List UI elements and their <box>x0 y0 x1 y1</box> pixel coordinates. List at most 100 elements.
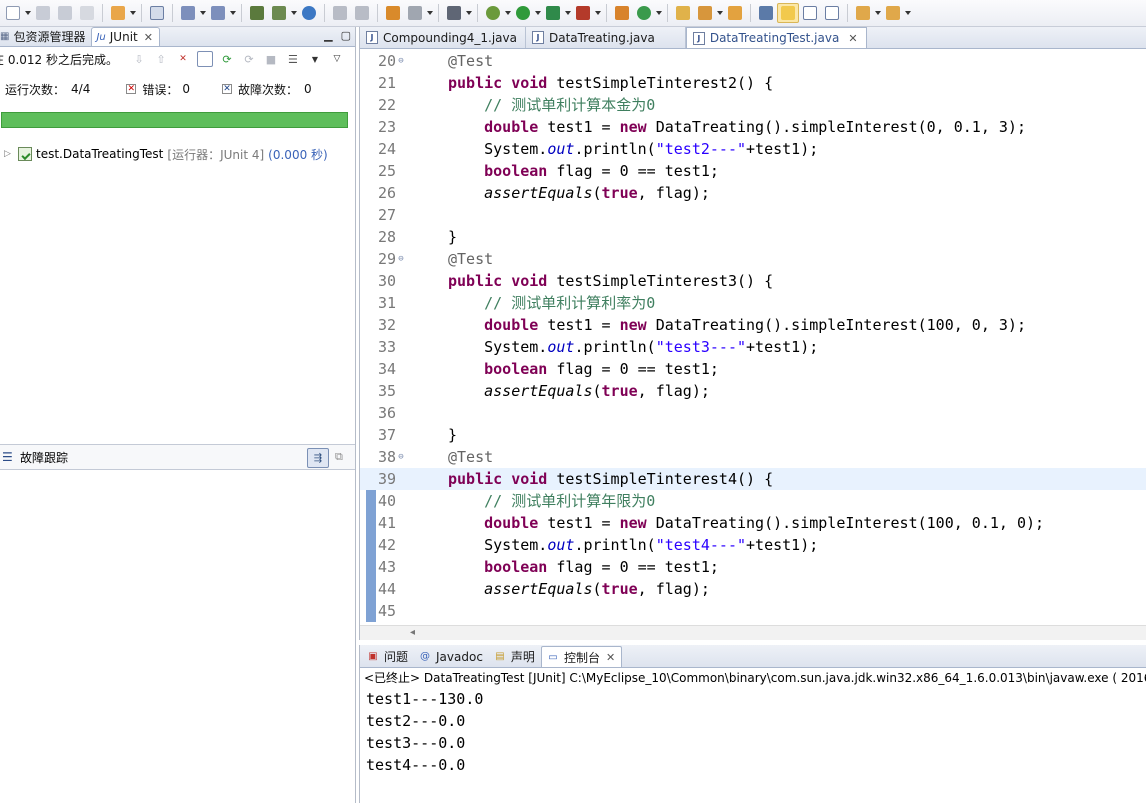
open-folder-icon[interactable] <box>672 3 694 23</box>
toolbar-separator <box>438 4 439 22</box>
toggle-mark-icon[interactable] <box>777 3 799 23</box>
calendar-icon[interactable] <box>146 3 168 23</box>
web-icon[interactable] <box>298 3 320 23</box>
tab-javadoc[interactable]: @ Javadoc <box>414 646 489 667</box>
history-icon[interactable]: ☰ <box>285 51 301 67</box>
external-tools-icon[interactable] <box>572 3 594 23</box>
rerun-failed-icon[interactable]: ⟳ <box>241 51 257 67</box>
filter-stack-icon[interactable]: ⇶ <box>307 448 329 468</box>
back-nav-icon[interactable] <box>329 3 351 23</box>
code-editor: J Compounding4_1.java J DataTreating.jav… <box>359 27 1146 640</box>
minimize-icon[interactable]: ▁ <box>324 29 332 42</box>
code-area[interactable]: 20 ⊖ @Test 21 public void testSimpleTintere… <box>360 50 1146 625</box>
block-select-icon[interactable] <box>799 3 821 23</box>
rerun-icon[interactable]: ⟳ <box>219 51 235 67</box>
console-header: <已终止> DataTreatingTest [JUnit] C:\MyEcli… <box>364 671 1146 685</box>
toolbar-separator <box>324 4 325 22</box>
new-web-dropdown[interactable] <box>290 3 298 23</box>
db-dropdown[interactable] <box>426 3 434 23</box>
show-failures-only-icon[interactable]: ✕ <box>175 51 191 67</box>
search-icon[interactable] <box>724 3 746 23</box>
tab-declaration[interactable]: ▤ 声明 <box>489 646 541 667</box>
server-icon[interactable] <box>246 3 268 23</box>
junit-icon: Ju <box>96 31 106 43</box>
editor-tab-datatreatingtest[interactable]: J DataTreatingTest.java ✕ <box>685 27 867 48</box>
run-dropdown[interactable] <box>534 3 542 23</box>
prev-annotation-dropdown[interactable] <box>904 3 912 23</box>
close-icon[interactable]: ✕ <box>848 32 857 45</box>
tree-item-test-suite[interactable]: ▷ test.DataTreatingTest [运行器：JUnit 4] (0… <box>0 145 355 163</box>
save-icon[interactable] <box>32 3 54 23</box>
compare-icon[interactable]: ⧉ <box>335 450 351 466</box>
show-whitespace-icon[interactable] <box>821 3 843 23</box>
stop-icon[interactable]: ■ <box>263 51 279 67</box>
prev-failure-icon[interactable]: ⇧ <box>153 51 169 67</box>
wand-dropdown[interactable] <box>199 3 207 23</box>
code-line: 22 // 测试单利计算本金为0 <box>377 96 656 114</box>
scroll-lock-icon[interactable] <box>196 51 213 67</box>
console-output[interactable]: test1---130.0 test2---0.0 test3---0.0 te… <box>360 688 1146 776</box>
fold-icon[interactable]: ⊖ <box>396 248 406 270</box>
scroll-left-icon[interactable]: ◂ <box>410 627 415 638</box>
open-type-icon[interactable] <box>107 3 129 23</box>
failure-icon: ✕ <box>221 83 232 94</box>
horizontal-scrollbar[interactable]: ◂ <box>360 625 1146 640</box>
new-class-icon[interactable] <box>611 3 633 23</box>
editor-tab-compounding[interactable]: J Compounding4_1.java <box>360 27 526 48</box>
deploy-dropdown[interactable] <box>229 3 237 23</box>
toolbar-separator <box>477 4 478 22</box>
error-icon: ✕ <box>126 83 137 94</box>
tab-console[interactable]: ▭ 控制台 ✕ <box>540 646 623 667</box>
new-icon[interactable] <box>2 3 24 23</box>
coverage-icon[interactable] <box>542 3 564 23</box>
refresh-icon[interactable] <box>633 3 655 23</box>
forward-nav-icon[interactable] <box>351 3 373 23</box>
screenshot-dropdown[interactable] <box>465 3 473 23</box>
maximize-icon[interactable]: ▢ <box>341 29 351 42</box>
wand-icon[interactable] <box>177 3 199 23</box>
open-type-dropdown[interactable] <box>129 3 137 23</box>
left-view-tabs: ▦ 包资源管理器 Ju JUnit ✕ ▁ ▢ <box>0 27 355 47</box>
prev-annotation-icon[interactable] <box>882 3 904 23</box>
coverage-dropdown[interactable] <box>564 3 572 23</box>
console-line: test1---130.0 <box>366 690 484 708</box>
tab-package-explorer[interactable]: ▦ 包资源管理器 <box>0 27 91 46</box>
deploy-icon[interactable] <box>207 3 229 23</box>
close-icon[interactable]: ✕ <box>144 31 153 44</box>
debug-icon[interactable] <box>482 3 504 23</box>
code-line-current: 39 public void testSimpleTinterest4() { <box>360 468 1146 490</box>
pen-dropdown[interactable] <box>716 3 724 23</box>
console-line: test2---0.0 <box>366 712 466 730</box>
code-line: 45 <box>377 602 396 620</box>
console-panel: ▣ 问题 @ Javadoc ▤ 声明 ▭ 控制台 ✕ <已终止> DataTr… <box>359 645 1146 803</box>
debug-dropdown[interactable] <box>504 3 512 23</box>
new-dropdown[interactable] <box>24 3 32 23</box>
code-line: 42 System.out.println("test4---"+test1); <box>377 536 819 554</box>
report-icon[interactable] <box>382 3 404 23</box>
save-all-icon[interactable] <box>54 3 76 23</box>
screenshot-icon[interactable] <box>443 3 465 23</box>
view-menu-icon[interactable]: ▽ <box>329 51 345 67</box>
new-web-icon[interactable] <box>268 3 290 23</box>
pen-icon[interactable] <box>694 3 716 23</box>
pin-icon[interactable] <box>755 3 777 23</box>
editor-tab-label: DataTreating.java <box>548 30 655 45</box>
tab-problems[interactable]: ▣ 问题 <box>362 646 414 667</box>
next-annotation-icon[interactable] <box>852 3 874 23</box>
editor-tab-datatreating[interactable]: J DataTreating.java <box>526 27 686 48</box>
fold-icon[interactable]: ⊖ <box>396 50 406 72</box>
history-dropdown-icon[interactable]: ▼ <box>307 51 323 67</box>
junit-toolbar: 在 0.012 秒之后完成。 ⇩ ⇧ ✕ ⟳ ⟳ ■ ☰ ▼ ▽ <box>0 47 355 71</box>
run-icon[interactable] <box>512 3 534 23</box>
expand-icon[interactable]: ▷ <box>4 149 14 159</box>
db-icon[interactable] <box>404 3 426 23</box>
code-line: 38 ⊖ @Test <box>377 446 494 468</box>
external-tools-dropdown[interactable] <box>594 3 602 23</box>
next-annotation-dropdown[interactable] <box>874 3 882 23</box>
next-failure-icon[interactable]: ⇩ <box>131 51 147 67</box>
close-icon[interactable]: ✕ <box>606 651 615 664</box>
fold-icon[interactable]: ⊖ <box>396 446 406 468</box>
print-icon[interactable] <box>76 3 98 23</box>
refresh-dropdown[interactable] <box>655 3 663 23</box>
tab-junit[interactable]: Ju JUnit ✕ <box>91 27 160 46</box>
